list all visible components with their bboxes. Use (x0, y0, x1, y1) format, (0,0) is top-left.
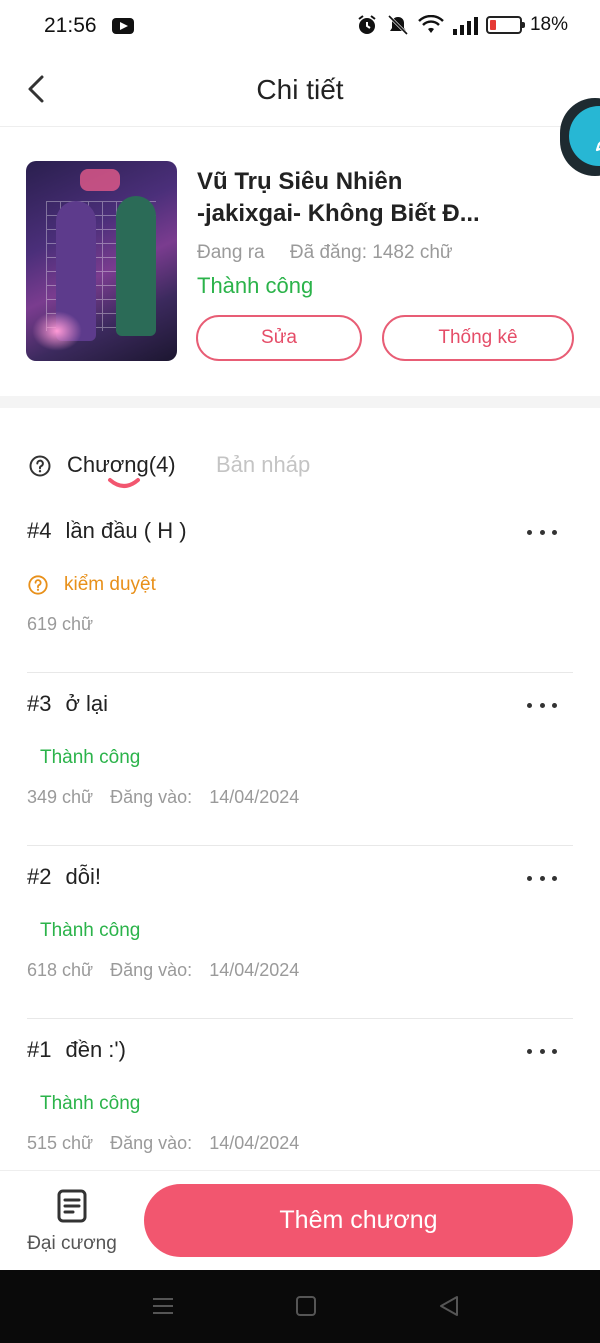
home-icon[interactable] (295, 1294, 317, 1318)
chapter-number: #4 (27, 518, 52, 543)
chapter-meta: 618 chữ Đăng vào: 14/04/2024 (27, 960, 299, 981)
chapter-number: #3 (27, 691, 52, 716)
chapter-status-text: kiểm duyệt (64, 574, 156, 595)
edit-button[interactable]: Sửa (196, 315, 362, 361)
add-chapter-button[interactable]: Thêm chương (144, 1184, 573, 1257)
chapter-name: lần đầu ( H ) (65, 518, 187, 543)
chapter-title: #4 lần đầu ( H ) (27, 518, 187, 544)
book-cover-image[interactable] (26, 161, 177, 361)
active-tab-indicator (108, 478, 140, 488)
chapter-name: dỗi! (65, 864, 101, 889)
mute-icon (387, 14, 409, 36)
statistics-button[interactable]: Thống kê (382, 315, 574, 361)
cover-heart-decoration (80, 169, 120, 191)
book-meta: Đang ra Đã đăng: 1482 chữ (197, 242, 453, 264)
book-title-line-2: -jakixgai- Không Biết Đ... (197, 200, 480, 227)
tab-drafts[interactable]: Bản nháp (216, 452, 310, 478)
chapter-posted-date: 14/04/2024 (209, 1133, 300, 1153)
recent-apps-icon[interactable] (151, 1294, 175, 1318)
more-options-button[interactable] (527, 872, 557, 884)
chapter-meta: 349 chữ Đăng vào: 14/04/2024 (27, 787, 299, 808)
bottom-action-bar: Đại cương Thêm chương (0, 1170, 600, 1270)
chapter-item[interactable]: #2 dỗi! Thành công 618 chữ Đăng vào: 14/0… (27, 846, 573, 1019)
chapter-posted-label: Đăng vào: (110, 1133, 193, 1153)
chapter-number: #2 (27, 864, 52, 889)
book-title-line-1: Vũ Trụ Siêu Nhiên (197, 168, 403, 195)
tab-bar: Chương(4) Bản nháp (0, 440, 600, 500)
book-title: Vũ Trụ Siêu Nhiên -jakixgai- Không Biết … (197, 166, 577, 230)
system-navigation-bar (0, 1270, 600, 1343)
status-bar: 21:56 18% (0, 0, 600, 54)
header: Chi tiết (0, 54, 600, 127)
chapter-word-count: 349 chữ (27, 787, 94, 807)
battery-icon (485, 16, 525, 34)
chapter-posted-date: 14/04/2024 (209, 960, 300, 980)
document-outline-icon (57, 1189, 87, 1223)
section-divider (0, 396, 600, 408)
chapter-word-count: 618 chữ (27, 960, 94, 980)
chapter-status: Thành công (40, 920, 141, 941)
chapter-title: #3 ở lại (27, 691, 108, 717)
chapter-posted-label: Đăng vào: (110, 960, 193, 980)
chapter-meta: 619 chữ (27, 614, 93, 635)
back-nav-icon[interactable] (438, 1294, 460, 1318)
chapter-title: #1 đền :') (27, 1037, 126, 1063)
chapter-title: #2 dỗi! (27, 864, 101, 890)
cover-glow-decoration (32, 311, 82, 351)
chapter-posted-date: 14/04/2024 (209, 787, 300, 807)
chapter-status: Thành công (40, 1093, 141, 1114)
status-time: 21:56 (44, 14, 97, 37)
chapter-item[interactable]: #3 ở lại Thành công 349 chữ Đăng vào: 14/… (27, 673, 573, 846)
wifi-icon (418, 15, 444, 33)
outline-label: Đại cương (27, 1233, 117, 1254)
chapter-item[interactable]: #4 lần đầu ( H ) kiểm duyệt 619 chữ (27, 500, 573, 673)
review-pending-icon (28, 575, 48, 595)
chapter-number: #1 (27, 1037, 52, 1062)
tab-chapters[interactable]: Chương(4) (67, 452, 176, 478)
book-status: Thành công (197, 273, 314, 298)
signal-icon (452, 17, 478, 35)
chapter-status: Thành công (40, 747, 141, 768)
book-word-count: Đã đăng: 1482 chữ (289, 242, 453, 263)
chapter-name: ở lại (65, 691, 109, 716)
chapter-status-review: kiểm duyệt (27, 574, 156, 596)
chapter-posted-label: Đăng vào: (110, 787, 193, 807)
chapter-name: đền :') (65, 1037, 126, 1062)
more-options-button[interactable] (527, 699, 557, 711)
book-state: Đang ra (197, 242, 265, 263)
outline-button[interactable]: Đại cương (20, 1185, 124, 1259)
book-card: Vũ Trụ Siêu Nhiên -jakixgai- Không Biết … (0, 128, 600, 396)
chapter-word-count: 515 chữ (27, 1133, 94, 1153)
chapter-word-count: 619 chữ (27, 614, 94, 634)
alarm-icon (358, 15, 376, 34)
help-circle-icon[interactable] (28, 454, 52, 478)
youtube-notification-icon (112, 18, 134, 34)
chapter-item[interactable]: #1 đền :') Thành công 515 chữ Đăng vào: 1… (27, 1019, 573, 1192)
more-options-button[interactable] (527, 526, 557, 538)
battery-percent: 18% (529, 14, 568, 35)
more-options-button[interactable] (527, 1045, 557, 1057)
page-title: Chi tiết (256, 74, 344, 105)
status-icons: 18% (356, 14, 568, 36)
cover-figure-right (116, 196, 156, 336)
chapter-meta: 515 chữ Đăng vào: 14/04/2024 (27, 1133, 299, 1154)
